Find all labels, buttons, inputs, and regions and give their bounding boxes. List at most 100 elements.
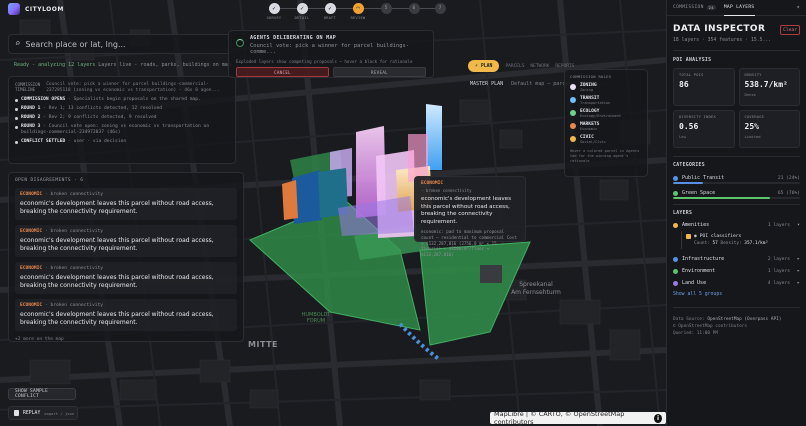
chevron-right-icon[interactable]: ▸ <box>797 256 800 262</box>
chevron-down-icon[interactable]: ▾ <box>796 4 800 11</box>
timeline-item[interactable]: ROUND 3 - Council vote open: zoning vs e… <box>15 124 229 136</box>
replay-button[interactable]: REPLAY export / json <box>8 406 78 420</box>
role-color-icon <box>570 123 576 129</box>
tab-reports[interactable]: REPORTS <box>555 64 574 69</box>
chevron-right-icon[interactable]: ▸ <box>797 280 800 286</box>
step-survey[interactable]: ✓ SURVEY <box>262 3 286 20</box>
cancel-button[interactable]: CANCEL <box>236 67 329 77</box>
sublayer-count-label: Count: <box>694 241 710 246</box>
layer-group-amenities[interactable]: Amenities 1 layers ▾ <box>667 219 806 231</box>
conflict-message: economic's development leaves this parce… <box>20 311 214 326</box>
checkbox-icon[interactable] <box>686 234 691 239</box>
show-sample-conflict-button[interactable]: SHOW SAMPLE CONFLICT <box>8 388 76 400</box>
commission-timeline: COMMISSION TIMELINE Council vote: pick a… <box>8 76 236 164</box>
workflow-stepper: ✓ SURVEY ✓ DETAIL ✓ DRAFT ◠ REVIEW 5 6 7 <box>262 2 452 22</box>
conflict-agent: ECONOMIC <box>20 303 43 308</box>
status-text: Ready - analyzing 12 layers <box>14 62 96 68</box>
timeline-item-title: CONFLICT SETTLED <box>21 139 66 144</box>
data-source: Data Source: OpenStreetMap (Overpass API… <box>667 316 806 323</box>
role-item[interactable]: CIVIC Social/Civic <box>570 135 642 144</box>
source-value: OpenStreetMap (Overpass API) <box>707 317 782 322</box>
conflict-card[interactable]: ECONOMIC · broken connectivity economic'… <box>15 262 237 294</box>
source-copyright: © OpenStreetMap contributors <box>673 324 748 329</box>
layer-group-land-use[interactable]: Land Use 4 layers ▸ <box>667 277 806 289</box>
category-green-space[interactable]: Green Space 65 (76%) <box>667 189 806 197</box>
headset-icon: ◠ <box>352 3 364 14</box>
step-draft[interactable]: ✓ DRAFT <box>318 3 342 20</box>
timeline-item[interactable]: COMMISSION OPENS - Specialists begin pro… <box>15 97 229 103</box>
parcel-tooltip: ECONOMIC · broken connectivity economic'… <box>414 176 526 257</box>
step-review[interactable]: ◠ REVIEW <box>346 3 370 20</box>
divider <box>673 156 800 157</box>
reveal-button[interactable]: REVEAL <box>333 67 426 77</box>
show-all-groups-link[interactable]: Show all 5 groups <box>667 292 806 297</box>
layer-status-hint: Ready - analyzing 12 layers Layers live … <box>14 62 231 68</box>
stat-qualifier: Dense <box>744 92 756 97</box>
step-number: 6 <box>408 3 420 14</box>
conflict-agent: ECONOMIC <box>20 229 43 234</box>
timeline-item-title: ROUND 1 <box>21 106 41 111</box>
layer-name: Environment <box>682 268 716 274</box>
category-bar-fill <box>673 182 704 184</box>
category-name: Green Space <box>682 190 716 196</box>
divider <box>673 204 800 205</box>
document-icon <box>14 410 19 416</box>
conflict-kind: · broken connectivity <box>44 303 104 308</box>
role-item[interactable]: TRANSIT Transportation <box>570 96 642 105</box>
layer-name: Amenities <box>682 222 710 228</box>
category-public-transit[interactable]: Public Transit 21 (24%) <box>667 174 806 182</box>
category-bar <box>673 182 800 184</box>
chevron-down-icon[interactable]: ▾ <box>797 222 800 228</box>
info-icon[interactable]: i <box>653 413 662 423</box>
conflict-agent: ECONOMIC <box>20 192 43 197</box>
stat-value: 0.56 <box>679 122 699 131</box>
plan-button[interactable]: ⚡ PLAN <box>468 60 500 72</box>
layer-group-environment[interactable]: Environment 1 layers ▸ <box>667 265 806 277</box>
role-color-icon <box>570 110 576 116</box>
tab-network[interactable]: NETWORK <box>530 64 549 69</box>
category-name: Public Transit <box>682 175 725 181</box>
bullet-icon <box>15 116 18 120</box>
layer-color-icon <box>673 222 678 228</box>
conflict-message: economic's development leaves this parce… <box>20 274 214 289</box>
divider <box>673 50 800 51</box>
timeline-item[interactable]: ROUND 2 - Rev 2; 9 conflicts detected, 9… <box>15 115 229 121</box>
tooltip-calculation: economic: pad to maximum proposal count … <box>421 229 517 258</box>
step-detail[interactable]: ✓ DETAIL <box>290 3 314 20</box>
conflicts-title: OPEN DISAGREEMENTS · 6 <box>15 178 84 183</box>
step-5[interactable]: 5 <box>374 3 398 14</box>
chevron-right-icon[interactable]: ▸ <box>797 268 800 274</box>
role-item[interactable]: ECOLOGY Ecology/Environment <box>570 109 642 118</box>
timeline-item-text: - Council vote open: zoning vs economic … <box>21 124 210 135</box>
deliberation-title: AGENTS DELIBERATING ON MAP <box>250 35 337 41</box>
clear-button[interactable]: Clear <box>780 25 800 35</box>
sublayer-poi-classifiers[interactable]: ◉ POI classifiers Count: 57 Density: 357.… <box>681 231 800 249</box>
step-7[interactable]: 7 <box>428 3 452 14</box>
timeline-item-text: - Specialists begin proposals on the sha… <box>65 97 201 102</box>
conflict-message: economic's development leaves this parce… <box>20 200 214 215</box>
role-item[interactable]: ZONING Zoning <box>570 83 642 92</box>
conflict-card[interactable]: ECONOMIC · broken connectivity economic'… <box>15 225 237 257</box>
conflict-card[interactable]: ECONOMIC · broken connectivity economic'… <box>15 299 237 331</box>
eye-icon[interactable]: ◉ <box>694 234 697 239</box>
tab-label: COMMISSION <box>673 5 704 10</box>
tab-map-layers[interactable]: MAP LAYERS <box>723 0 755 16</box>
app-brand[interactable]: CITYLOOM <box>8 3 64 15</box>
search-input[interactable] <box>25 39 225 49</box>
conflict-card[interactable]: ECONOMIC · broken connectivity economic'… <box>15 188 237 220</box>
tab-parcels[interactable]: PARCELS <box>505 64 524 69</box>
tab-commission[interactable]: COMMISSION 24 <box>673 0 716 16</box>
stat-label: DIVERSITY INDEX <box>679 115 716 119</box>
step-6[interactable]: 6 <box>402 3 426 14</box>
category-bar-fill <box>673 197 770 199</box>
more-conflicts-link[interactable]: +2 more on the map <box>15 337 237 341</box>
timeline-item[interactable]: CONFLICT SETTLED - user - via decision <box>15 139 229 145</box>
role-sub: Zoning <box>580 88 593 92</box>
categories-heading: CATEGORIES <box>673 163 705 168</box>
role-item[interactable]: MARKETS Economic <box>570 122 642 131</box>
step-label: DETAIL <box>294 16 310 20</box>
layer-name: Land Use <box>682 280 707 286</box>
timeline-item[interactable]: ROUND 1 - Rev 1; 13 conflicts detected, … <box>15 106 229 112</box>
layer-group-infrastructure[interactable]: Infrastructure 2 layers ▸ <box>667 253 806 265</box>
stat-qualifier: Low <box>679 134 686 139</box>
